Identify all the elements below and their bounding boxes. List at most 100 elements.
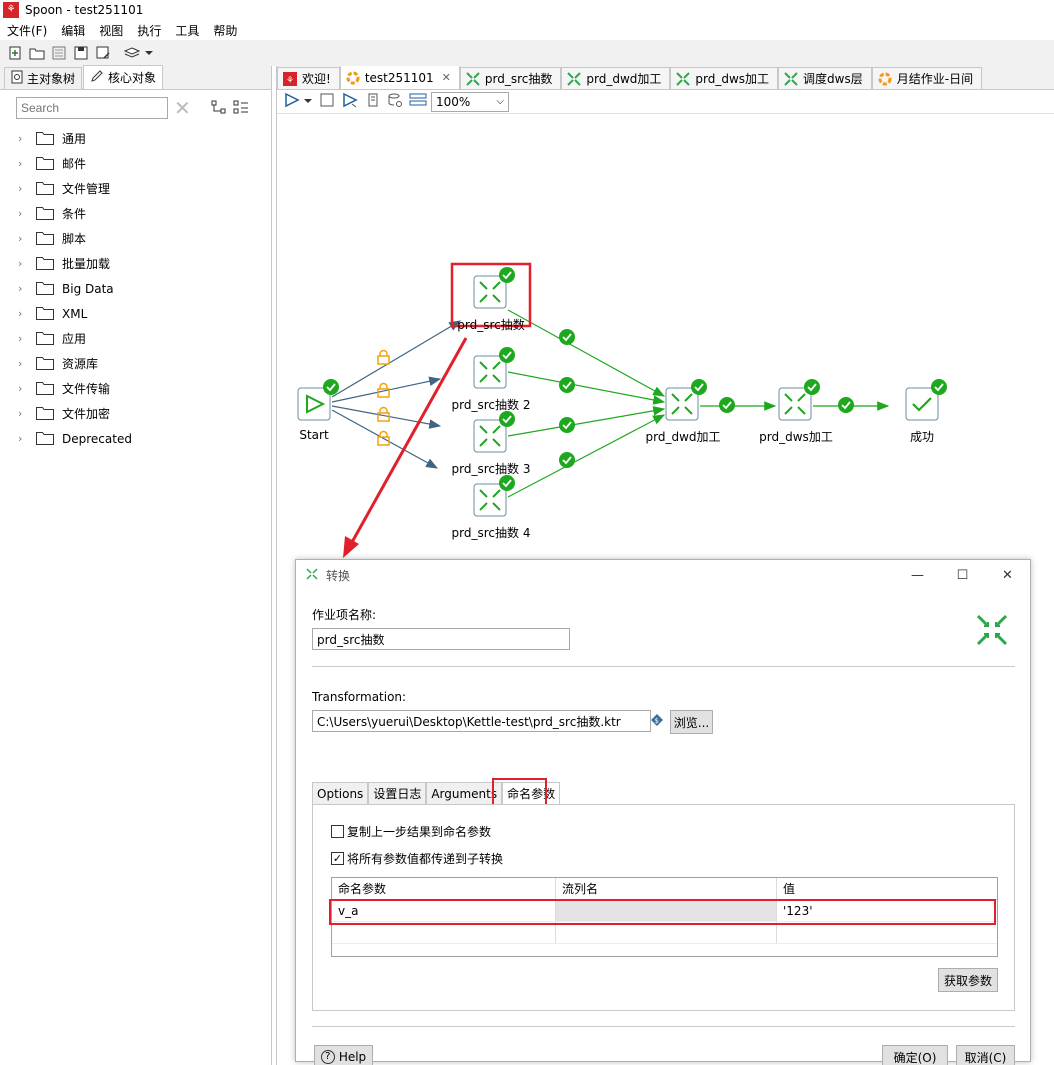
hop-src2-dwd[interactable] bbox=[507, 371, 666, 405]
column-header-value[interactable]: 值 bbox=[777, 878, 997, 899]
tree-folder-file-transfer[interactable]: › 文件传输 bbox=[18, 376, 271, 401]
menu-help[interactable]: 帮助 bbox=[206, 22, 244, 39]
tree-folder-mail[interactable]: › 邮件 bbox=[18, 151, 271, 176]
chevron-right-icon[interactable]: › bbox=[18, 407, 36, 420]
maximize-icon[interactable]: ☐ bbox=[940, 568, 985, 583]
chevron-right-icon[interactable]: › bbox=[18, 182, 36, 195]
src3-node[interactable] bbox=[473, 411, 515, 453]
explore-repository-icon[interactable] bbox=[48, 42, 70, 64]
empty-cell[interactable] bbox=[332, 922, 556, 943]
hop-src3-dwd[interactable] bbox=[507, 406, 666, 437]
tab-test251101[interactable]: test251101 ✕ bbox=[339, 66, 460, 89]
tab-options[interactable]: Options bbox=[312, 782, 369, 804]
table-row-empty[interactable] bbox=[332, 922, 997, 944]
success-node[interactable] bbox=[905, 379, 947, 421]
minimize-icon[interactable]: — bbox=[895, 568, 940, 583]
dwd-node[interactable] bbox=[665, 379, 707, 421]
hop-start-src2[interactable] bbox=[331, 376, 442, 403]
new-file-icon[interactable] bbox=[4, 42, 26, 64]
column-header-parameter[interactable]: 命名参数 bbox=[332, 878, 556, 899]
src2-node[interactable] bbox=[473, 347, 515, 389]
layers-dropdown-icon[interactable] bbox=[122, 42, 156, 64]
run-dropdown-icon[interactable] bbox=[303, 95, 313, 109]
tree-folder-xml[interactable]: › XML bbox=[18, 301, 271, 326]
tab-core-objects[interactable]: 核心对象 bbox=[83, 65, 164, 89]
tab-arguments[interactable]: Arguments bbox=[426, 782, 503, 804]
menu-view[interactable]: 视图 bbox=[92, 22, 130, 39]
tree-folder-big-data[interactable]: › Big Data bbox=[18, 276, 271, 301]
tree-folder-conditions[interactable]: › 条件 bbox=[18, 201, 271, 226]
browse-button[interactable]: 浏览... bbox=[670, 710, 713, 734]
chevron-right-icon[interactable]: › bbox=[18, 432, 36, 445]
open-folder-icon[interactable] bbox=[26, 42, 48, 64]
collapse-all-icon[interactable] bbox=[233, 100, 249, 117]
tree-folder-deprecated[interactable]: › Deprecated bbox=[18, 426, 271, 451]
src1-node[interactable] bbox=[473, 267, 515, 309]
save-icon[interactable] bbox=[70, 42, 92, 64]
empty-cell[interactable] bbox=[556, 922, 777, 943]
tree-folder-bulk-loading[interactable]: › 批量加载 bbox=[18, 251, 271, 276]
chevron-right-icon[interactable]: › bbox=[18, 282, 36, 295]
tab-schedule-dws[interactable]: 调度dws层 bbox=[778, 67, 872, 89]
cancel-button[interactable]: 取消(C) bbox=[956, 1045, 1015, 1065]
chevron-right-icon[interactable]: › bbox=[18, 132, 36, 145]
column-header-stream[interactable]: 流列名 bbox=[556, 878, 777, 899]
job-entry-name-input[interactable]: prd_src抽数 bbox=[312, 628, 570, 650]
named-parameters-panel: 复制上一步结果到命名参数 ✓ 将所有参数值都传递到子转换 命名参数 流列名 值 … bbox=[312, 804, 1015, 1011]
get-parameters-button[interactable]: 获取参数 bbox=[938, 968, 998, 992]
transformation-icon bbox=[465, 71, 481, 87]
zoom-select[interactable]: 100% ⌵ bbox=[431, 91, 509, 112]
tree-folder-general[interactable]: › 通用 bbox=[18, 126, 271, 151]
chevron-right-icon[interactable]: › bbox=[18, 257, 36, 270]
run-icon[interactable] bbox=[283, 92, 301, 111]
tab-prd-dws[interactable]: prd_dws加工 bbox=[670, 67, 779, 89]
chevron-right-icon[interactable]: › bbox=[18, 382, 36, 395]
hop-src1-dwd[interactable] bbox=[507, 309, 666, 397]
hop-src4-dwd[interactable] bbox=[507, 414, 666, 498]
close-icon[interactable]: ✕ bbox=[985, 568, 1030, 583]
dws-node[interactable] bbox=[778, 379, 820, 421]
tab-main-tree[interactable]: 主对象树 bbox=[4, 67, 83, 89]
menu-edit[interactable]: 编辑 bbox=[54, 22, 92, 39]
tree-folder-repository[interactable]: › 资源库 bbox=[18, 351, 271, 376]
tab-welcome[interactable]: ⚘ 欢迎! bbox=[277, 67, 340, 89]
check-script-icon[interactable] bbox=[365, 92, 381, 111]
tab-prd-dwd[interactable]: prd_dwd加工 bbox=[561, 67, 671, 89]
pass-all-params-checkbox[interactable]: ✓ 将所有参数值都传递到子转换 bbox=[331, 850, 503, 867]
close-tab-icon[interactable]: ✕ bbox=[442, 71, 451, 84]
menu-tools[interactable]: 工具 bbox=[168, 22, 206, 39]
chevron-right-icon[interactable]: › bbox=[18, 307, 36, 320]
ok-button[interactable]: 确定(O) bbox=[882, 1045, 948, 1065]
copy-results-checkbox[interactable]: 复制上一步结果到命名参数 bbox=[331, 823, 491, 840]
help-button[interactable]: ? Help bbox=[314, 1045, 373, 1065]
sql-icon[interactable] bbox=[387, 92, 403, 111]
save-as-icon[interactable] bbox=[92, 42, 114, 64]
variable-icon[interactable]: $ bbox=[651, 714, 663, 729]
tree-folder-file-encryption[interactable]: › 文件加密 bbox=[18, 401, 271, 426]
tab-prd-src[interactable]: prd_src抽数 bbox=[459, 67, 562, 89]
tree-folder-scripting[interactable]: › 脚本 bbox=[18, 226, 271, 251]
search-input[interactable] bbox=[16, 97, 168, 119]
tree-folder-label: 脚本 bbox=[62, 232, 87, 246]
tab-monthly-job[interactable]: 月结作业-日间 bbox=[871, 67, 983, 89]
empty-cell[interactable] bbox=[777, 922, 997, 943]
tab-logging[interactable]: 设置日志 bbox=[368, 782, 427, 804]
expand-all-icon[interactable] bbox=[211, 100, 227, 117]
replay-icon[interactable] bbox=[341, 92, 359, 111]
menu-run[interactable]: 执行 bbox=[130, 22, 168, 39]
start-node[interactable] bbox=[297, 379, 339, 421]
tree-folder-label: Big Data bbox=[62, 281, 114, 296]
src4-node[interactable] bbox=[473, 475, 515, 517]
stop-icon[interactable] bbox=[319, 92, 335, 111]
transformation-path-input[interactable]: C:\Users\yuerui\Desktop\Kettle-test\prd_… bbox=[312, 710, 651, 732]
menu-file[interactable]: 文件(F) bbox=[0, 22, 54, 39]
chevron-right-icon[interactable]: › bbox=[18, 232, 36, 245]
chevron-right-icon[interactable]: › bbox=[18, 207, 36, 220]
tree-folder-file-management[interactable]: › 文件管理 bbox=[18, 176, 271, 201]
tree-folder-utility[interactable]: › 应用 bbox=[18, 326, 271, 351]
chevron-right-icon[interactable]: › bbox=[18, 157, 36, 170]
chevron-right-icon[interactable]: › bbox=[18, 357, 36, 370]
layout-icon[interactable] bbox=[409, 92, 427, 111]
chevron-right-icon[interactable]: › bbox=[18, 332, 36, 345]
clear-search-icon[interactable]: ✕ bbox=[174, 96, 191, 120]
